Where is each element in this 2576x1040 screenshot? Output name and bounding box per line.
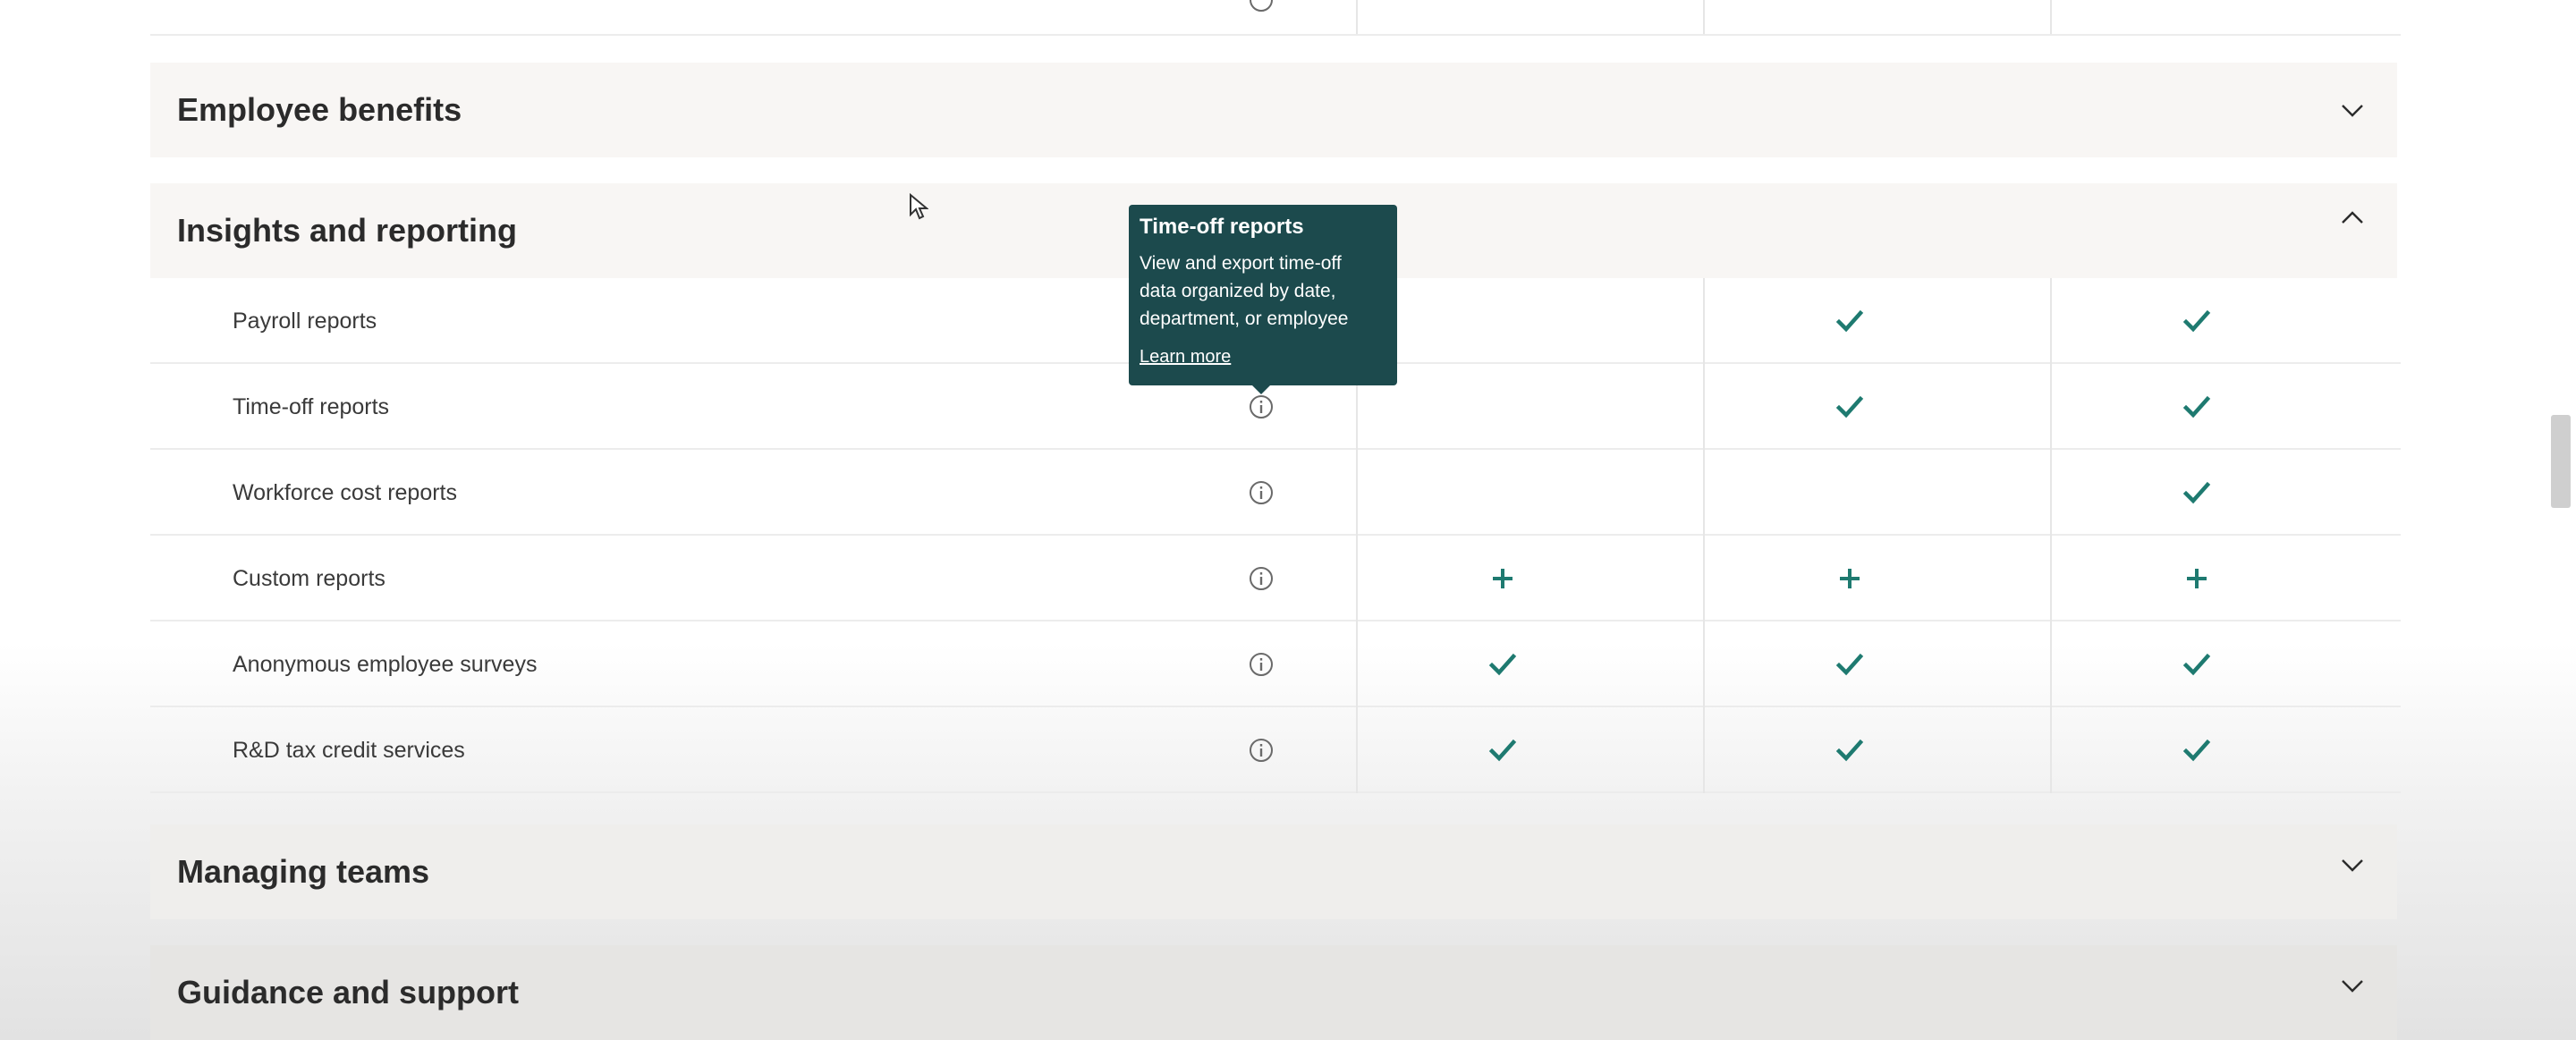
row-label: Workforce cost reports: [233, 480, 458, 505]
section-title: Guidance and support: [177, 974, 520, 1010]
column-divider: [1703, 707, 1705, 793]
column-divider: [2050, 621, 2052, 707]
scrollbar[interactable]: [2546, 0, 2576, 1040]
table-row: Custom reports: [150, 536, 2401, 621]
section-employee-benefits[interactable]: Employee benefits: [150, 63, 2397, 157]
section-managing-teams[interactable]: Managing teams: [150, 824, 2397, 919]
check-icon: [1834, 648, 1866, 681]
tooltip-body: View and export time-off data organized …: [1140, 253, 1349, 329]
section-title: Managing teams: [177, 853, 430, 890]
table-row: R&D tax credit services: [150, 707, 2401, 793]
check-icon: [1834, 734, 1866, 766]
info-icon[interactable]: [1249, 0, 1274, 13]
column-divider: [2050, 536, 2052, 621]
column-divider: [1703, 450, 1705, 536]
column-divider: [1356, 707, 1358, 793]
check-icon: [2181, 734, 2213, 766]
info-icon[interactable]: [1249, 394, 1274, 419]
info-icon[interactable]: [1249, 738, 1274, 763]
column-divider: [1703, 0, 1705, 34]
column-divider: [1356, 0, 1358, 34]
check-icon: [2181, 648, 2213, 681]
plus-icon: [1834, 562, 1866, 595]
column-divider: [1703, 278, 1705, 364]
check-icon: [2181, 305, 2213, 337]
section-title: Employee benefits: [177, 91, 462, 128]
chevron-up-icon[interactable]: [2336, 202, 2368, 234]
column-divider: [2050, 0, 2052, 34]
check-icon: [1487, 648, 1519, 681]
table-row: Anonymous employee surveys: [150, 621, 2401, 707]
column-divider: [1703, 621, 1705, 707]
column-divider: [2050, 450, 2052, 536]
column-divider: [1356, 536, 1358, 621]
check-icon: [1487, 734, 1519, 766]
plus-icon: [2181, 562, 2213, 595]
info-icon[interactable]: [1249, 652, 1274, 677]
info-icon[interactable]: [1249, 480, 1274, 505]
tooltip-time-off-reports: Time-off reports View and export time-of…: [1129, 205, 1397, 394]
column-divider: [1703, 536, 1705, 621]
section-title: Insights and reporting: [177, 212, 518, 249]
column-divider: [1703, 364, 1705, 450]
row-label: Anonymous employee surveys: [233, 652, 538, 677]
column-divider: [2050, 278, 2052, 364]
chevron-down-icon[interactable]: [2336, 94, 2368, 126]
check-icon: [1834, 391, 1866, 423]
chevron-down-icon[interactable]: [2336, 849, 2368, 881]
row-label: Time-off reports: [233, 394, 390, 419]
check-icon: [1834, 305, 1866, 337]
section-guidance-support[interactable]: Guidance and support: [150, 945, 2397, 1040]
check-icon: [2181, 391, 2213, 423]
row-label: R&D tax credit services: [233, 738, 465, 763]
learn-more-link[interactable]: Learn more: [1140, 347, 1231, 368]
table-row: [150, 0, 2401, 36]
scrollbar-thumb[interactable]: [2551, 415, 2571, 508]
check-icon: [2181, 477, 2213, 509]
tooltip-title: Time-off reports: [1140, 215, 1304, 239]
info-icon[interactable]: [1249, 566, 1274, 591]
table-row: Workforce cost reports: [150, 450, 2401, 536]
row-label: Payroll reports: [233, 309, 377, 334]
chevron-down-icon[interactable]: [2336, 969, 2368, 1002]
column-divider: [2050, 364, 2052, 450]
plus-icon: [1487, 562, 1519, 595]
column-divider: [1356, 621, 1358, 707]
row-label: Custom reports: [233, 566, 386, 591]
column-divider: [1356, 450, 1358, 536]
column-divider: [2050, 707, 2052, 793]
mouse-cursor-icon: [909, 192, 929, 222]
